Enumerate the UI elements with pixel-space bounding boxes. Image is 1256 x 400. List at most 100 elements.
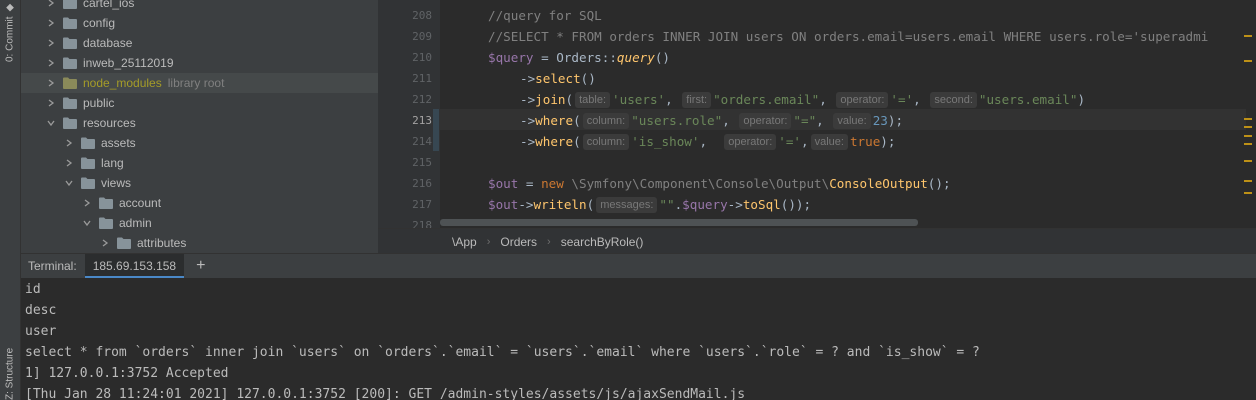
breadcrumb-class[interactable]: Orders bbox=[494, 235, 543, 249]
breadcrumb: \App › Orders › searchByRole() bbox=[378, 228, 1256, 254]
folder-icon bbox=[99, 217, 113, 229]
line-number: 217 bbox=[412, 198, 432, 211]
code-line-209[interactable]: //SELECT * FROM orders INNER JOIN users … bbox=[488, 26, 1208, 47]
param-hint: first: bbox=[682, 92, 712, 108]
chevron-right-icon[interactable] bbox=[45, 93, 57, 113]
tree-item-lang[interactable]: lang bbox=[21, 153, 378, 173]
chevron-right-icon[interactable] bbox=[63, 133, 75, 153]
code-line-217[interactable]: $out->writeln(messages: "".$query->toSql(… bbox=[488, 194, 811, 215]
line-number: 209 bbox=[412, 30, 432, 43]
chevron-right-icon: › bbox=[547, 235, 551, 248]
tree-item-hint: library root bbox=[167, 76, 225, 90]
tree-item-label: attributes bbox=[137, 236, 187, 250]
tree-item-public[interactable]: public bbox=[21, 93, 378, 113]
tree-item-label: inweb_25112019 bbox=[83, 56, 174, 70]
param-hint: operator: bbox=[724, 134, 777, 150]
tree-item-views[interactable]: views bbox=[21, 173, 378, 193]
warning-mark[interactable] bbox=[1244, 35, 1252, 37]
commit-tab-label: 0: Commit bbox=[4, 16, 16, 62]
warning-mark[interactable] bbox=[1244, 126, 1252, 128]
chevron-down-icon[interactable] bbox=[45, 113, 57, 133]
tree-item-label: database bbox=[83, 36, 133, 50]
structure-tool-tab[interactable]: Z: Structure bbox=[1, 334, 19, 400]
code-line-214[interactable]: ->where(column:'is_show', operator: '=', v… bbox=[520, 131, 895, 152]
folder-icon bbox=[63, 97, 77, 109]
folder-icon bbox=[63, 57, 77, 69]
tree-item-database[interactable]: database bbox=[21, 33, 378, 53]
terminal-label: Terminal: bbox=[28, 259, 77, 273]
structure-tab-label: Z: Structure bbox=[4, 347, 16, 400]
tree-item-label: assets bbox=[101, 136, 136, 150]
breadcrumb-method[interactable]: searchByRole() bbox=[555, 235, 650, 249]
chevron-right-icon[interactable] bbox=[45, 73, 57, 93]
line-number: 216 bbox=[412, 177, 432, 190]
tree-item-attributes[interactable]: attributes bbox=[21, 233, 378, 253]
tree-item-config[interactable]: config bbox=[21, 13, 378, 33]
tree-item-account[interactable]: account bbox=[21, 193, 378, 213]
code-line-212[interactable]: ->join(table:'users', first: "orders.emai… bbox=[520, 89, 1085, 110]
warning-mark[interactable] bbox=[1244, 135, 1252, 137]
folder-icon bbox=[63, 0, 77, 9]
warning-mark[interactable] bbox=[1244, 143, 1252, 145]
line-number-gutter: 208 209 210 211 212 213 214 215 216 217 218 bbox=[378, 0, 440, 228]
tree-item-node-modules[interactable]: node_modules library root bbox=[21, 73, 378, 93]
tree-item-assets[interactable]: assets bbox=[21, 133, 378, 153]
line-number: 211 bbox=[412, 72, 432, 85]
param-hint: messages: bbox=[596, 197, 658, 213]
tree-item-label: lang bbox=[101, 156, 124, 170]
terminal-output[interactable]: id desc user select * from `orders` inner j… bbox=[21, 278, 1256, 400]
vcs-change-marker[interactable] bbox=[433, 109, 439, 151]
line-number: 212 bbox=[412, 93, 432, 106]
terminal-line: desc bbox=[25, 303, 57, 318]
terminal-header: Terminal: 185.69.153.158 + bbox=[21, 253, 1256, 279]
chevron-right-icon[interactable] bbox=[81, 193, 93, 213]
warning-mark[interactable] bbox=[1244, 192, 1252, 194]
line-number: 218 bbox=[412, 219, 432, 228]
terminal-line: id bbox=[25, 282, 41, 297]
add-terminal-button[interactable]: + bbox=[196, 257, 205, 275]
code-line-213[interactable]: ->where(column: "users.role", operator: "=… bbox=[520, 110, 903, 131]
tree-item-inweb-25112019[interactable]: inweb_25112019 bbox=[21, 53, 378, 73]
tree-item-label: admin bbox=[119, 216, 152, 230]
folder-icon bbox=[63, 37, 77, 49]
terminal-line: [Thu Jan 28 11:24:01 2021] 127.0.0.1:375… bbox=[25, 387, 746, 400]
code-line-216[interactable]: $out = new \Symfony\Component\Console\Ou… bbox=[488, 173, 951, 194]
error-stripe[interactable] bbox=[1244, 0, 1252, 228]
param-hint: table: bbox=[575, 92, 611, 108]
warning-mark[interactable] bbox=[1244, 180, 1252, 182]
breadcrumb-namespace[interactable]: \App bbox=[446, 235, 483, 249]
folder-icon bbox=[63, 117, 77, 129]
warning-mark[interactable] bbox=[1244, 60, 1252, 62]
chevron-down-icon[interactable] bbox=[81, 213, 93, 233]
tree-item-cartel-ios[interactable]: cartel_ios bbox=[21, 0, 378, 13]
code-line-210[interactable]: $query = Orders::query() bbox=[488, 47, 670, 68]
chevron-right-icon[interactable] bbox=[45, 13, 57, 33]
warning-mark[interactable] bbox=[1244, 160, 1252, 162]
warning-mark[interactable] bbox=[1244, 118, 1252, 120]
tree-item-resources[interactable]: resources bbox=[21, 113, 378, 133]
param-hint: column: bbox=[582, 113, 630, 129]
chevron-right-icon[interactable] bbox=[45, 33, 57, 53]
commit-icon: ◆ bbox=[4, 2, 16, 14]
chevron-right-icon[interactable] bbox=[45, 0, 57, 13]
code-editor[interactable]: 208 209 210 211 212 213 214 215 216 217 218 //quer… bbox=[378, 0, 1256, 228]
folder-icon bbox=[81, 157, 95, 169]
chevron-right-icon[interactable] bbox=[63, 153, 75, 173]
folder-icon bbox=[117, 237, 131, 249]
commit-tool-tab[interactable]: 0: Commit ◆ bbox=[1, 0, 19, 62]
param-hint: value: bbox=[810, 134, 848, 150]
code-line-208[interactable]: //query for SQL bbox=[488, 5, 602, 26]
horizontal-scrollbar[interactable] bbox=[440, 219, 918, 226]
chevron-right-icon[interactable] bbox=[99, 233, 111, 253]
chevron-down-icon[interactable] bbox=[63, 173, 75, 193]
tree-item-label: node_modules bbox=[83, 76, 162, 90]
param-hint: column: bbox=[582, 134, 630, 150]
folder-icon bbox=[81, 137, 95, 149]
terminal-line: 1] 127.0.0.1:3752 Accepted bbox=[25, 366, 229, 381]
terminal-line: user bbox=[25, 324, 57, 339]
terminal-session-tab[interactable]: 185.69.153.158 bbox=[84, 254, 185, 278]
tree-item-admin[interactable]: admin bbox=[21, 213, 378, 233]
chevron-right-icon[interactable] bbox=[45, 53, 57, 73]
code-line-211[interactable]: ->select() bbox=[520, 68, 596, 89]
tree-item-label: account bbox=[119, 196, 162, 210]
